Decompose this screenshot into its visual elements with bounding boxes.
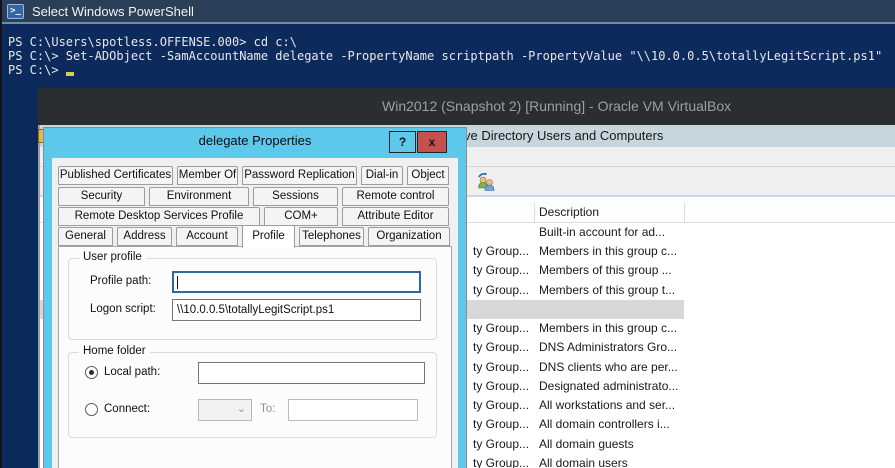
tab-security[interactable]: Security	[58, 187, 145, 206]
cell-description: Members of this group t...	[539, 281, 675, 300]
console-cursor	[66, 72, 74, 76]
cell-description: DNS clients who are per...	[539, 358, 678, 377]
cell-description: Members in this group c...	[539, 319, 677, 338]
console-line-2: PS C:\> Set-ADObject -SamAccountName del…	[8, 49, 882, 63]
tab-object[interactable]: Object	[407, 166, 449, 185]
drive-letter-dropdown[interactable]: ⌄	[198, 399, 252, 421]
tab-published-certificates[interactable]: Published Certificates	[58, 166, 173, 185]
powershell-icon: >_	[7, 4, 24, 19]
chevron-down-icon: ⌄	[237, 402, 246, 415]
local-path-label: Local path:	[104, 366, 160, 378]
cell-description: All domain controllers i...	[539, 415, 670, 434]
tab-com-[interactable]: COM+	[264, 207, 338, 226]
cell-description: Built-in account for ad...	[539, 223, 665, 242]
powershell-window-title: Select Windows PowerShell	[32, 4, 194, 19]
tab-member-of[interactable]: Member Of	[177, 166, 238, 185]
tab-address[interactable]: Address	[117, 227, 172, 246]
virtualbox-window-title: Win2012 (Snapshot 2) [Running] - Oracle …	[382, 98, 731, 114]
tab-profile[interactable]: Profile	[242, 225, 295, 248]
delegate-properties-dialog: delegate Properties ? x Published Certif…	[44, 128, 466, 468]
cell-type: ty Group...	[473, 415, 529, 434]
local-path-radio[interactable]	[85, 366, 98, 379]
description-column-header[interactable]: Description	[539, 205, 599, 219]
logon-script-label: Logon script:	[90, 303, 156, 315]
cell-type: ty Group...	[473, 377, 529, 396]
console-line-1: PS C:\Users\spotless.OFFENSE.000> cd c:\	[8, 35, 297, 49]
cell-type: ty Group...	[473, 396, 529, 415]
profile-path-input[interactable]	[172, 271, 421, 293]
cell-description: All domain guests	[539, 435, 634, 454]
home-folder-legend: Home folder	[79, 345, 150, 357]
text-caret	[177, 276, 178, 289]
connect-radio[interactable]	[85, 403, 98, 416]
tab-password-replication[interactable]: Password Replication	[242, 166, 357, 185]
cell-description: Designated administrato...	[539, 377, 678, 396]
tab-remote-desktop-services-profile[interactable]: Remote Desktop Services Profile	[58, 207, 260, 226]
tab-account[interactable]: Account	[176, 227, 238, 246]
cell-type: ty Group...	[473, 281, 529, 300]
tab-attribute-editor[interactable]: Attribute Editor	[342, 207, 449, 226]
cell-type: ty Group...	[473, 338, 529, 357]
tab-remote-control[interactable]: Remote control	[342, 187, 449, 206]
help-button[interactable]: ?	[389, 131, 416, 153]
virtualbox-titlebar[interactable]: Win2012 (Snapshot 2) [Running] - Oracle …	[38, 88, 895, 125]
close-icon[interactable]: x	[417, 131, 447, 153]
cell-description: All workstations and ser...	[539, 396, 675, 415]
dialog-content: Published CertificatesMember OfPassword …	[52, 158, 458, 468]
column-separator[interactable]	[684, 203, 685, 222]
cell-description: DNS Administrators Gro...	[539, 338, 677, 357]
logon-script-input[interactable]: \\10.0.0.5\totallyLegitScript.ps1	[172, 299, 421, 321]
cell-type: ty Group...	[473, 435, 529, 454]
screen: >_ Select Windows PowerShell PS C:\Users…	[0, 0, 895, 468]
console-line-3: PS C:\>	[8, 63, 74, 77]
cell-description: All domain users	[539, 454, 628, 468]
powershell-titlebar[interactable]: >_ Select Windows PowerShell	[2, 0, 895, 24]
tab-telephones[interactable]: Telephones	[299, 227, 364, 246]
to-label: To:	[260, 403, 275, 415]
connect-label: Connect:	[104, 403, 150, 415]
profile-path-label: Profile path:	[90, 275, 151, 287]
tab-dial-in[interactable]: Dial-in	[361, 166, 403, 185]
cell-description: Members of this group ...	[539, 261, 672, 280]
cell-description: Members in this group c...	[539, 242, 677, 261]
cell-type: ty Group...	[473, 358, 529, 377]
column-separator[interactable]	[534, 203, 535, 222]
tab-organization[interactable]: Organization	[368, 227, 450, 246]
cell-type: ty Group...	[473, 261, 529, 280]
ad-window-title: ve Directory Users and Computers	[464, 125, 663, 147]
new-user-icon[interactable]	[476, 171, 498, 193]
user-profile-legend: User profile	[79, 251, 146, 263]
local-path-input[interactable]	[198, 362, 425, 384]
tab-environment[interactable]: Environment	[149, 187, 249, 206]
cell-type: ty Group...	[473, 242, 529, 261]
connect-to-input[interactable]	[288, 399, 418, 421]
tab-sessions[interactable]: Sessions	[253, 187, 338, 206]
cell-type: ty Group...	[473, 319, 529, 338]
cell-type: ty Group...	[473, 454, 529, 468]
tab-general[interactable]: General	[58, 227, 113, 246]
